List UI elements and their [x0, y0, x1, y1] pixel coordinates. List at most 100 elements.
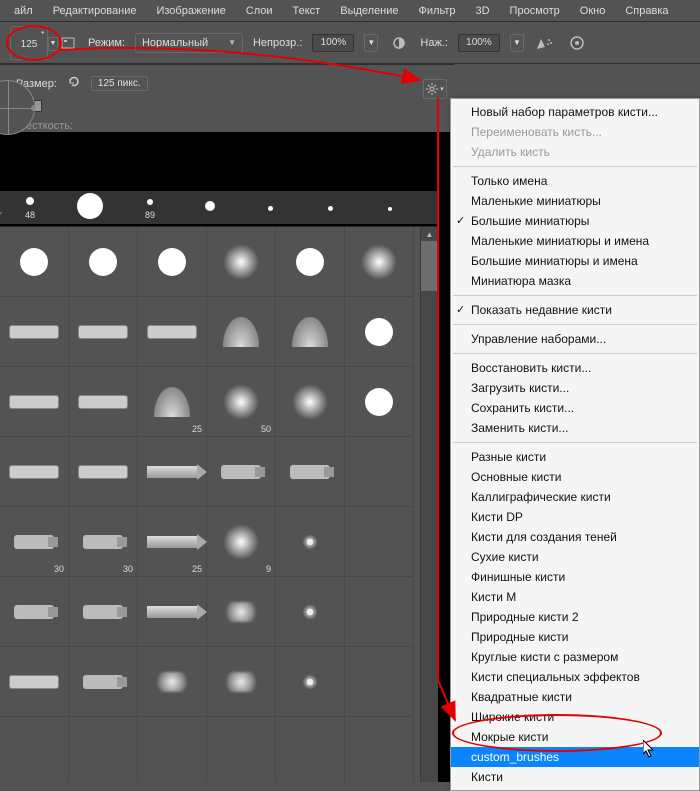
brush-thumbnail[interactable] [276, 367, 345, 437]
brush-thumbnail[interactable] [138, 647, 207, 717]
menu-item[interactable]: Кисти [451, 767, 699, 787]
menu-item[interactable]: Квадратные кисти [451, 687, 699, 707]
menu-item[interactable]: Мокрые кисти [451, 727, 699, 747]
brush-thumbnail[interactable] [69, 577, 138, 647]
menu-item[interactable]: Миниатюра мазка [451, 271, 699, 291]
menu-item[interactable]: Основные кисти [451, 467, 699, 487]
menu-item[interactable]: Загрузить кисти... [451, 378, 699, 398]
menu-item[interactable]: Кисти M [451, 587, 699, 607]
menu-item[interactable]: custom_brushes [451, 747, 699, 767]
menu-item[interactable]: Маленькие миниатюры и имена [451, 231, 699, 251]
scroll-up-icon[interactable]: ▲ [421, 227, 438, 241]
brush-thumbnail[interactable] [276, 437, 345, 507]
menu-item[interactable]: Показать недавние кисти [451, 300, 699, 320]
brush-thumbnail[interactable]: 9 [207, 507, 276, 577]
menu-3d[interactable]: 3D [465, 5, 499, 17]
brush-thumbnail[interactable] [138, 577, 207, 647]
brush-thumbnail[interactable]: 50 [207, 367, 276, 437]
menu-filter[interactable]: Фильтр [409, 5, 466, 17]
size-value[interactable]: 125 пикс. [91, 76, 148, 91]
scroll-thumb[interactable] [421, 241, 438, 291]
menu-item[interactable]: Финишные кисти [451, 567, 699, 587]
brush-thumbnail[interactable] [345, 367, 414, 437]
menu-item[interactable]: Большие миниатюры и имена [451, 251, 699, 271]
brush-thumbnail[interactable] [138, 227, 207, 297]
brush-thumbnail[interactable]: 30 [0, 507, 69, 577]
brush-thumbnail[interactable]: 25 [138, 507, 207, 577]
menu-image[interactable]: Изображение [146, 5, 235, 17]
brush-thumbnail[interactable] [207, 297, 276, 367]
menu-window[interactable]: Окно [570, 5, 616, 17]
brush-thumbnail[interactable] [207, 437, 276, 507]
brush-thumbnail[interactable] [345, 297, 414, 367]
brush-thumbnail[interactable] [138, 437, 207, 507]
recent-brush[interactable] [60, 193, 120, 222]
brush-thumbnail[interactable] [207, 577, 276, 647]
airbrush-icon[interactable] [534, 32, 556, 54]
menu-edit[interactable]: Редактирование [43, 5, 147, 17]
recent-brush[interactable]: 48 [0, 196, 60, 220]
menu-view[interactable]: Просмотр [500, 5, 570, 17]
menu-item[interactable]: Управление наборами... [451, 329, 699, 349]
menu-item[interactable]: Новый набор параметров кисти... [451, 102, 699, 122]
menu-item[interactable]: Природные кисти 2 [451, 607, 699, 627]
menu-item[interactable]: Кисти DP [451, 507, 699, 527]
brush-thumbnail[interactable] [0, 367, 69, 437]
tablet-size-icon[interactable] [566, 32, 588, 54]
opacity-dropdown[interactable]: ▼ [364, 34, 378, 52]
menu-layers[interactable]: Слои [236, 5, 283, 17]
chevron-down-icon[interactable]: ▼ [48, 37, 58, 51]
brush-thumbnail[interactable] [69, 227, 138, 297]
opacity-input[interactable]: 100% [312, 34, 354, 52]
mode-select[interactable]: Нормальный ▼ [135, 33, 243, 53]
menu-file[interactable]: айл [4, 5, 43, 17]
flow-input[interactable]: 100% [458, 34, 500, 52]
brush-thumbnail[interactable] [276, 507, 345, 577]
brush-thumbnail[interactable] [276, 647, 345, 717]
brush-thumbnail[interactable] [0, 437, 69, 507]
reset-size-icon[interactable] [67, 75, 81, 92]
brush-thumbnail[interactable]: 30 [69, 507, 138, 577]
menu-item[interactable]: Каллиграфические кисти [451, 487, 699, 507]
menu-text[interactable]: Текст [283, 5, 331, 17]
menu-item[interactable]: Широкие кисти [451, 707, 699, 727]
brush-thumbnail[interactable] [69, 647, 138, 717]
menu-item[interactable]: Кисти специальных эффектов [451, 667, 699, 687]
brush-panel-toggle[interactable] [58, 35, 78, 51]
brush-thumbnail[interactable] [0, 227, 69, 297]
brush-thumbnail[interactable]: 25 [138, 367, 207, 437]
flyout-gear-button[interactable]: ▾ [423, 79, 447, 99]
menu-item[interactable]: Природные кисти [451, 627, 699, 647]
recent-brush[interactable] [240, 202, 300, 214]
brush-preset-picker[interactable]: • 125 ▼ [10, 26, 48, 60]
brush-thumbnail[interactable] [69, 297, 138, 367]
brush-thumbnail[interactable] [0, 577, 69, 647]
scrollbar[interactable]: ▲ [420, 227, 438, 782]
menu-item[interactable]: Только имена [451, 171, 699, 191]
brush-thumbnail[interactable] [138, 297, 207, 367]
recent-brush[interactable]: 89 [120, 196, 180, 220]
brush-thumbnail[interactable] [276, 297, 345, 367]
brush-thumbnail[interactable] [69, 437, 138, 507]
menu-item[interactable]: Заменить кисти... [451, 418, 699, 438]
menu-select[interactable]: Выделение [330, 5, 408, 17]
menu-item[interactable]: Круглые кисти с размером [451, 647, 699, 667]
brush-thumbnail[interactable] [69, 367, 138, 437]
brush-thumbnail[interactable] [276, 577, 345, 647]
menu-item[interactable]: Сухие кисти [451, 547, 699, 567]
recent-brush[interactable] [300, 202, 360, 214]
menu-item[interactable]: Маленькие миниатюры [451, 191, 699, 211]
menu-item[interactable]: Кисти для создания теней [451, 527, 699, 547]
menu-item[interactable]: Сохранить кисти... [451, 398, 699, 418]
menu-item[interactable]: Разные кисти [451, 447, 699, 467]
brush-thumbnail[interactable] [276, 227, 345, 297]
brush-thumbnail[interactable] [345, 227, 414, 297]
recent-brush[interactable] [360, 202, 420, 214]
menu-help[interactable]: Справка [615, 5, 678, 17]
brush-thumbnail[interactable] [0, 647, 69, 717]
recent-brush[interactable] [180, 201, 240, 214]
tablet-opacity-icon[interactable] [388, 32, 410, 54]
menu-item[interactable]: Большие миниатюры [451, 211, 699, 231]
brush-thumbnail[interactable] [207, 647, 276, 717]
flow-dropdown[interactable]: ▼ [510, 34, 524, 52]
